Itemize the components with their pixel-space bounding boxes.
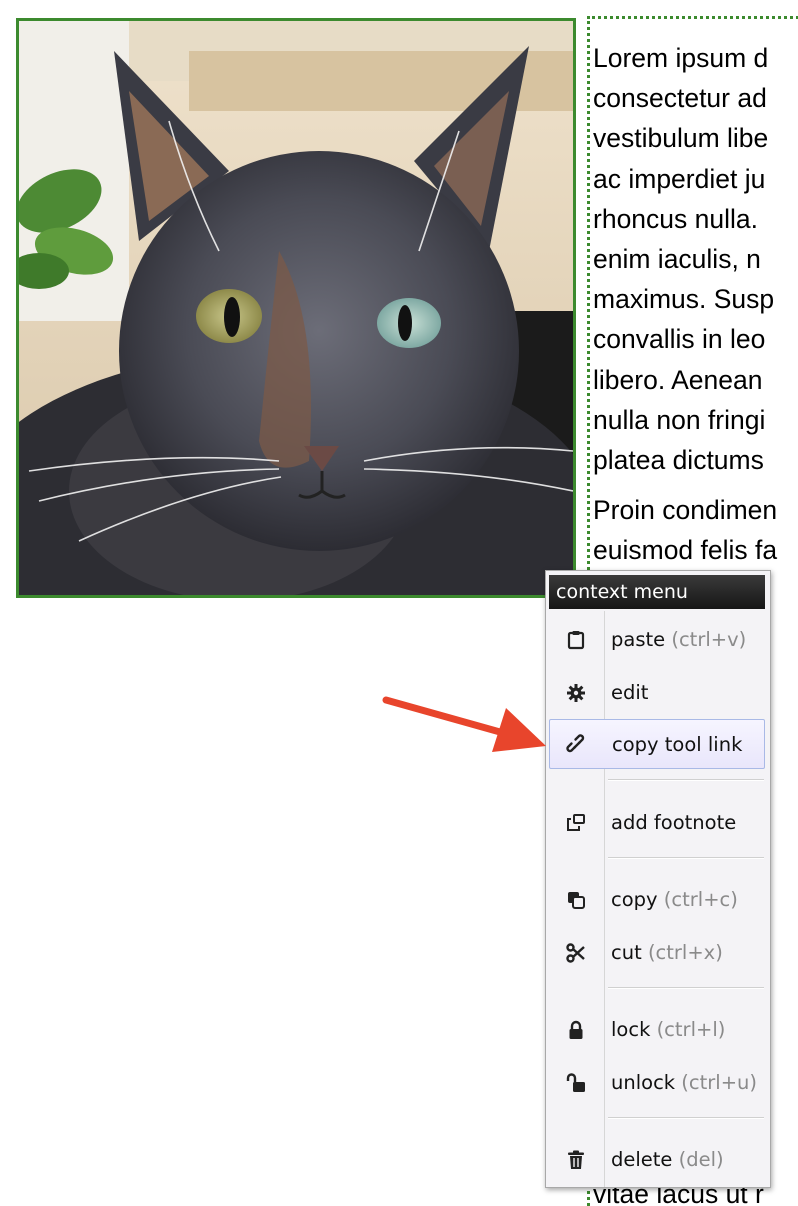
unlock-icon (565, 1072, 587, 1094)
menu-item-shortcut: (del) (678, 1148, 724, 1171)
menu-item-copy[interactable]: copy (ctrl+c) (549, 875, 765, 925)
lock-icon (565, 1019, 587, 1041)
footnote-icon (565, 812, 587, 834)
text-line: euismod felis fa (593, 535, 778, 566)
menu-item-label: copy (611, 888, 658, 911)
clipboard-icon (565, 629, 587, 651)
menu-item-label: paste (611, 628, 666, 651)
menu-separator (608, 857, 764, 858)
menu-separator (608, 779, 764, 780)
menu-item-label: copy tool link (612, 733, 743, 756)
text-line: Lorem ipsum d (593, 43, 769, 73)
menu-item-label: edit (611, 681, 649, 704)
text-line: rhoncus nulla. (593, 203, 758, 234)
gear-icon (565, 682, 587, 704)
cat-photo-image (19, 21, 573, 595)
text-line: vestibulum libe (593, 123, 769, 154)
text-line: nulla non fringi (593, 404, 766, 435)
menu-item-label: add footnote (611, 811, 737, 834)
text-line: maximus. Susp (593, 284, 775, 315)
scissors-icon (565, 942, 587, 964)
menu-item-shortcut: (ctrl+u) (681, 1071, 758, 1094)
menu-item-delete[interactable]: delete (del) (549, 1135, 765, 1185)
menu-item-unlock[interactable]: unlock (ctrl+u) (549, 1058, 765, 1108)
red-arrow-annotation (380, 690, 550, 760)
copy-icon (565, 889, 587, 911)
paragraph-1: Lorem ipsum d consectetur ad vestibulum … (593, 38, 798, 480)
menu-item-label: cut (611, 941, 642, 964)
menu-separator (608, 1117, 764, 1118)
cat-photo[interactable] (16, 18, 576, 598)
arrow-icon (382, 696, 546, 752)
text-line: ac imperdiet ju (593, 163, 766, 194)
context-menu: context menu paste (ctrl+v) edit copy to… (545, 570, 771, 1188)
menu-item-paste[interactable]: paste (ctrl+v) (549, 615, 765, 665)
text-line: enim iaculis, n (593, 244, 761, 275)
menu-item-label: lock (611, 1018, 651, 1041)
menu-item-shortcut: (ctrl+x) (647, 941, 723, 964)
menu-item-cut[interactable]: cut (ctrl+x) (549, 928, 765, 978)
context-menu-title: context menu (549, 575, 765, 609)
page-canvas: Lorem ipsum d consectetur ad vestibulum … (0, 0, 798, 1206)
menu-item-copy-tool-link[interactable]: copy tool link (549, 719, 765, 769)
menu-item-edit[interactable]: edit (549, 668, 765, 718)
link-icon (566, 734, 588, 756)
text-line: convallis in leo (593, 324, 766, 355)
text-line: consectetur ad (593, 83, 767, 114)
trash-icon (565, 1149, 587, 1171)
text-line: libero. Aenean (593, 364, 763, 395)
text-line: platea dictums (593, 445, 764, 476)
menu-item-shortcut: (ctrl+l) (656, 1018, 726, 1041)
menu-item-lock[interactable]: lock (ctrl+l) (549, 1005, 765, 1055)
menu-item-label: unlock (611, 1071, 676, 1094)
menu-item-shortcut: (ctrl+c) (663, 888, 738, 911)
text-line: Proin condimen (593, 495, 778, 526)
menu-item-shortcut: (ctrl+v) (671, 628, 747, 651)
menu-separator (608, 987, 764, 988)
menu-item-add-footnote[interactable]: add footnote (549, 798, 765, 848)
menu-item-label: delete (611, 1148, 673, 1171)
